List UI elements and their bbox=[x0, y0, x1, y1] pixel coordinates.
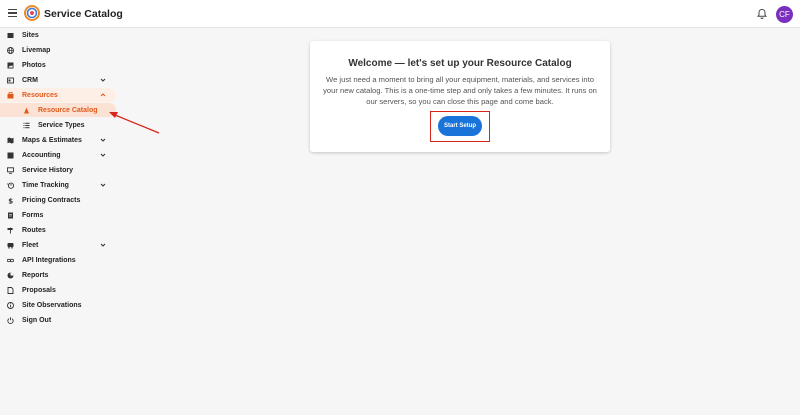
sidebar-item-site-observations[interactable]: Site Observations bbox=[0, 298, 116, 312]
sidebar-item-resources[interactable]: Resources bbox=[0, 88, 116, 102]
annotation-highlight-box bbox=[430, 111, 490, 142]
card-title: Welcome — let's set up your Resource Cat… bbox=[348, 58, 572, 69]
sidebar-item-label: Maps & Estimates bbox=[22, 136, 82, 144]
accounting-icon bbox=[7, 152, 14, 159]
routes-icon bbox=[7, 227, 14, 234]
top-bar: Service Catalog CF bbox=[0, 0, 800, 28]
sidebar-item-crm[interactable]: CRM bbox=[0, 73, 116, 87]
sidebar-item-api-integrations[interactable]: API Integrations bbox=[0, 253, 116, 267]
sidebar-item-label: Fleet bbox=[22, 241, 39, 249]
card-description: We just need a moment to bring all your … bbox=[323, 75, 597, 106]
sidebar-item-label: Sites bbox=[22, 31, 39, 39]
sidebar-item-label: CRM bbox=[22, 76, 38, 84]
list-icon bbox=[23, 122, 30, 129]
sidebar-item-label: Resource Catalog bbox=[38, 106, 98, 114]
sidebar-item-label: Resources bbox=[22, 91, 58, 99]
sidebar-item-pricing-contracts[interactable]: $ Pricing Contracts bbox=[0, 193, 116, 207]
sidebar-item-forms[interactable]: Forms bbox=[0, 208, 116, 222]
sidebar-item-label: Pricing Contracts bbox=[22, 196, 81, 204]
history-icon bbox=[7, 166, 14, 174]
user-avatar[interactable]: CF bbox=[776, 6, 793, 23]
resources-icon bbox=[7, 91, 14, 99]
sidebar-item-label: Site Observations bbox=[22, 301, 82, 309]
document-icon bbox=[7, 286, 14, 294]
sidebar-item-routes[interactable]: Routes bbox=[0, 223, 116, 237]
sidebar-item-label: Livemap bbox=[22, 46, 51, 54]
app-logo bbox=[24, 5, 40, 21]
sidebar-item-fleet[interactable]: Fleet bbox=[0, 238, 116, 252]
map-icon bbox=[7, 137, 14, 144]
sidebar-item-label: Service History bbox=[22, 166, 73, 174]
power-icon bbox=[7, 316, 14, 324]
sidebar-item-label: Forms bbox=[22, 211, 44, 219]
notification-bell-icon[interactable] bbox=[756, 8, 768, 20]
chevron-down-icon[interactable] bbox=[100, 182, 106, 188]
sidebar-item-photos[interactable]: Photos bbox=[0, 58, 116, 72]
sidebar-item-time-tracking[interactable]: Time Tracking bbox=[0, 178, 116, 192]
sidebar-item-label: Service Types bbox=[38, 121, 85, 129]
sidebar-item-service-history[interactable]: Service History bbox=[0, 163, 116, 177]
crm-icon bbox=[7, 77, 14, 84]
chevron-down-icon[interactable] bbox=[100, 242, 106, 248]
sidebar-item-proposals[interactable]: Proposals bbox=[0, 283, 116, 297]
photo-icon bbox=[7, 62, 14, 69]
forms-icon bbox=[7, 212, 14, 219]
chevron-down-icon[interactable] bbox=[100, 77, 106, 83]
sidebar-item-resource-catalog[interactable]: Resource Catalog bbox=[0, 103, 116, 117]
sidebar-item-label: API Integrations bbox=[22, 256, 76, 264]
info-icon bbox=[7, 301, 14, 309]
sidebar-item-label: Sign Out bbox=[22, 316, 52, 324]
sidebar-item-label: Proposals bbox=[22, 286, 56, 294]
sidebar-item-reports[interactable]: Reports bbox=[0, 268, 116, 282]
sidebar-item-label: Photos bbox=[22, 61, 46, 69]
link-icon bbox=[7, 257, 14, 264]
clock-icon bbox=[7, 182, 14, 189]
sidebar-item-livemap[interactable]: Livemap bbox=[0, 43, 116, 57]
sidebar-item-label: Time Tracking bbox=[22, 181, 69, 189]
dollar-icon: $ bbox=[7, 197, 14, 204]
catalog-icon bbox=[23, 107, 30, 114]
menu-icon[interactable] bbox=[8, 9, 17, 18]
sidebar-item-label: Routes bbox=[22, 226, 46, 234]
svg-text:$: $ bbox=[8, 197, 13, 204]
sidebar-item-maps-estimates[interactable]: Maps & Estimates bbox=[0, 133, 116, 147]
sidebar-item-label: Reports bbox=[22, 271, 49, 279]
sidebar-item-accounting[interactable]: Accounting bbox=[0, 148, 116, 162]
globe-icon bbox=[7, 46, 14, 54]
chevron-down-icon[interactable] bbox=[100, 137, 106, 143]
sidebar-item-label: Accounting bbox=[22, 151, 61, 159]
sidebar: Sites Livemap Photos CRM Resources Resource C… bbox=[0, 28, 120, 415]
sidebar-item-sign-out[interactable]: Sign Out bbox=[0, 313, 116, 327]
page-title: Service Catalog bbox=[44, 8, 123, 20]
truck-icon bbox=[7, 242, 14, 249]
reports-icon bbox=[7, 272, 14, 279]
sites-icon bbox=[7, 32, 14, 39]
sidebar-item-service-types[interactable]: Service Types bbox=[0, 118, 116, 132]
chevron-up-icon[interactable] bbox=[100, 92, 106, 98]
chevron-down-icon[interactable] bbox=[100, 152, 106, 158]
sidebar-item-sites[interactable]: Sites bbox=[0, 28, 116, 42]
